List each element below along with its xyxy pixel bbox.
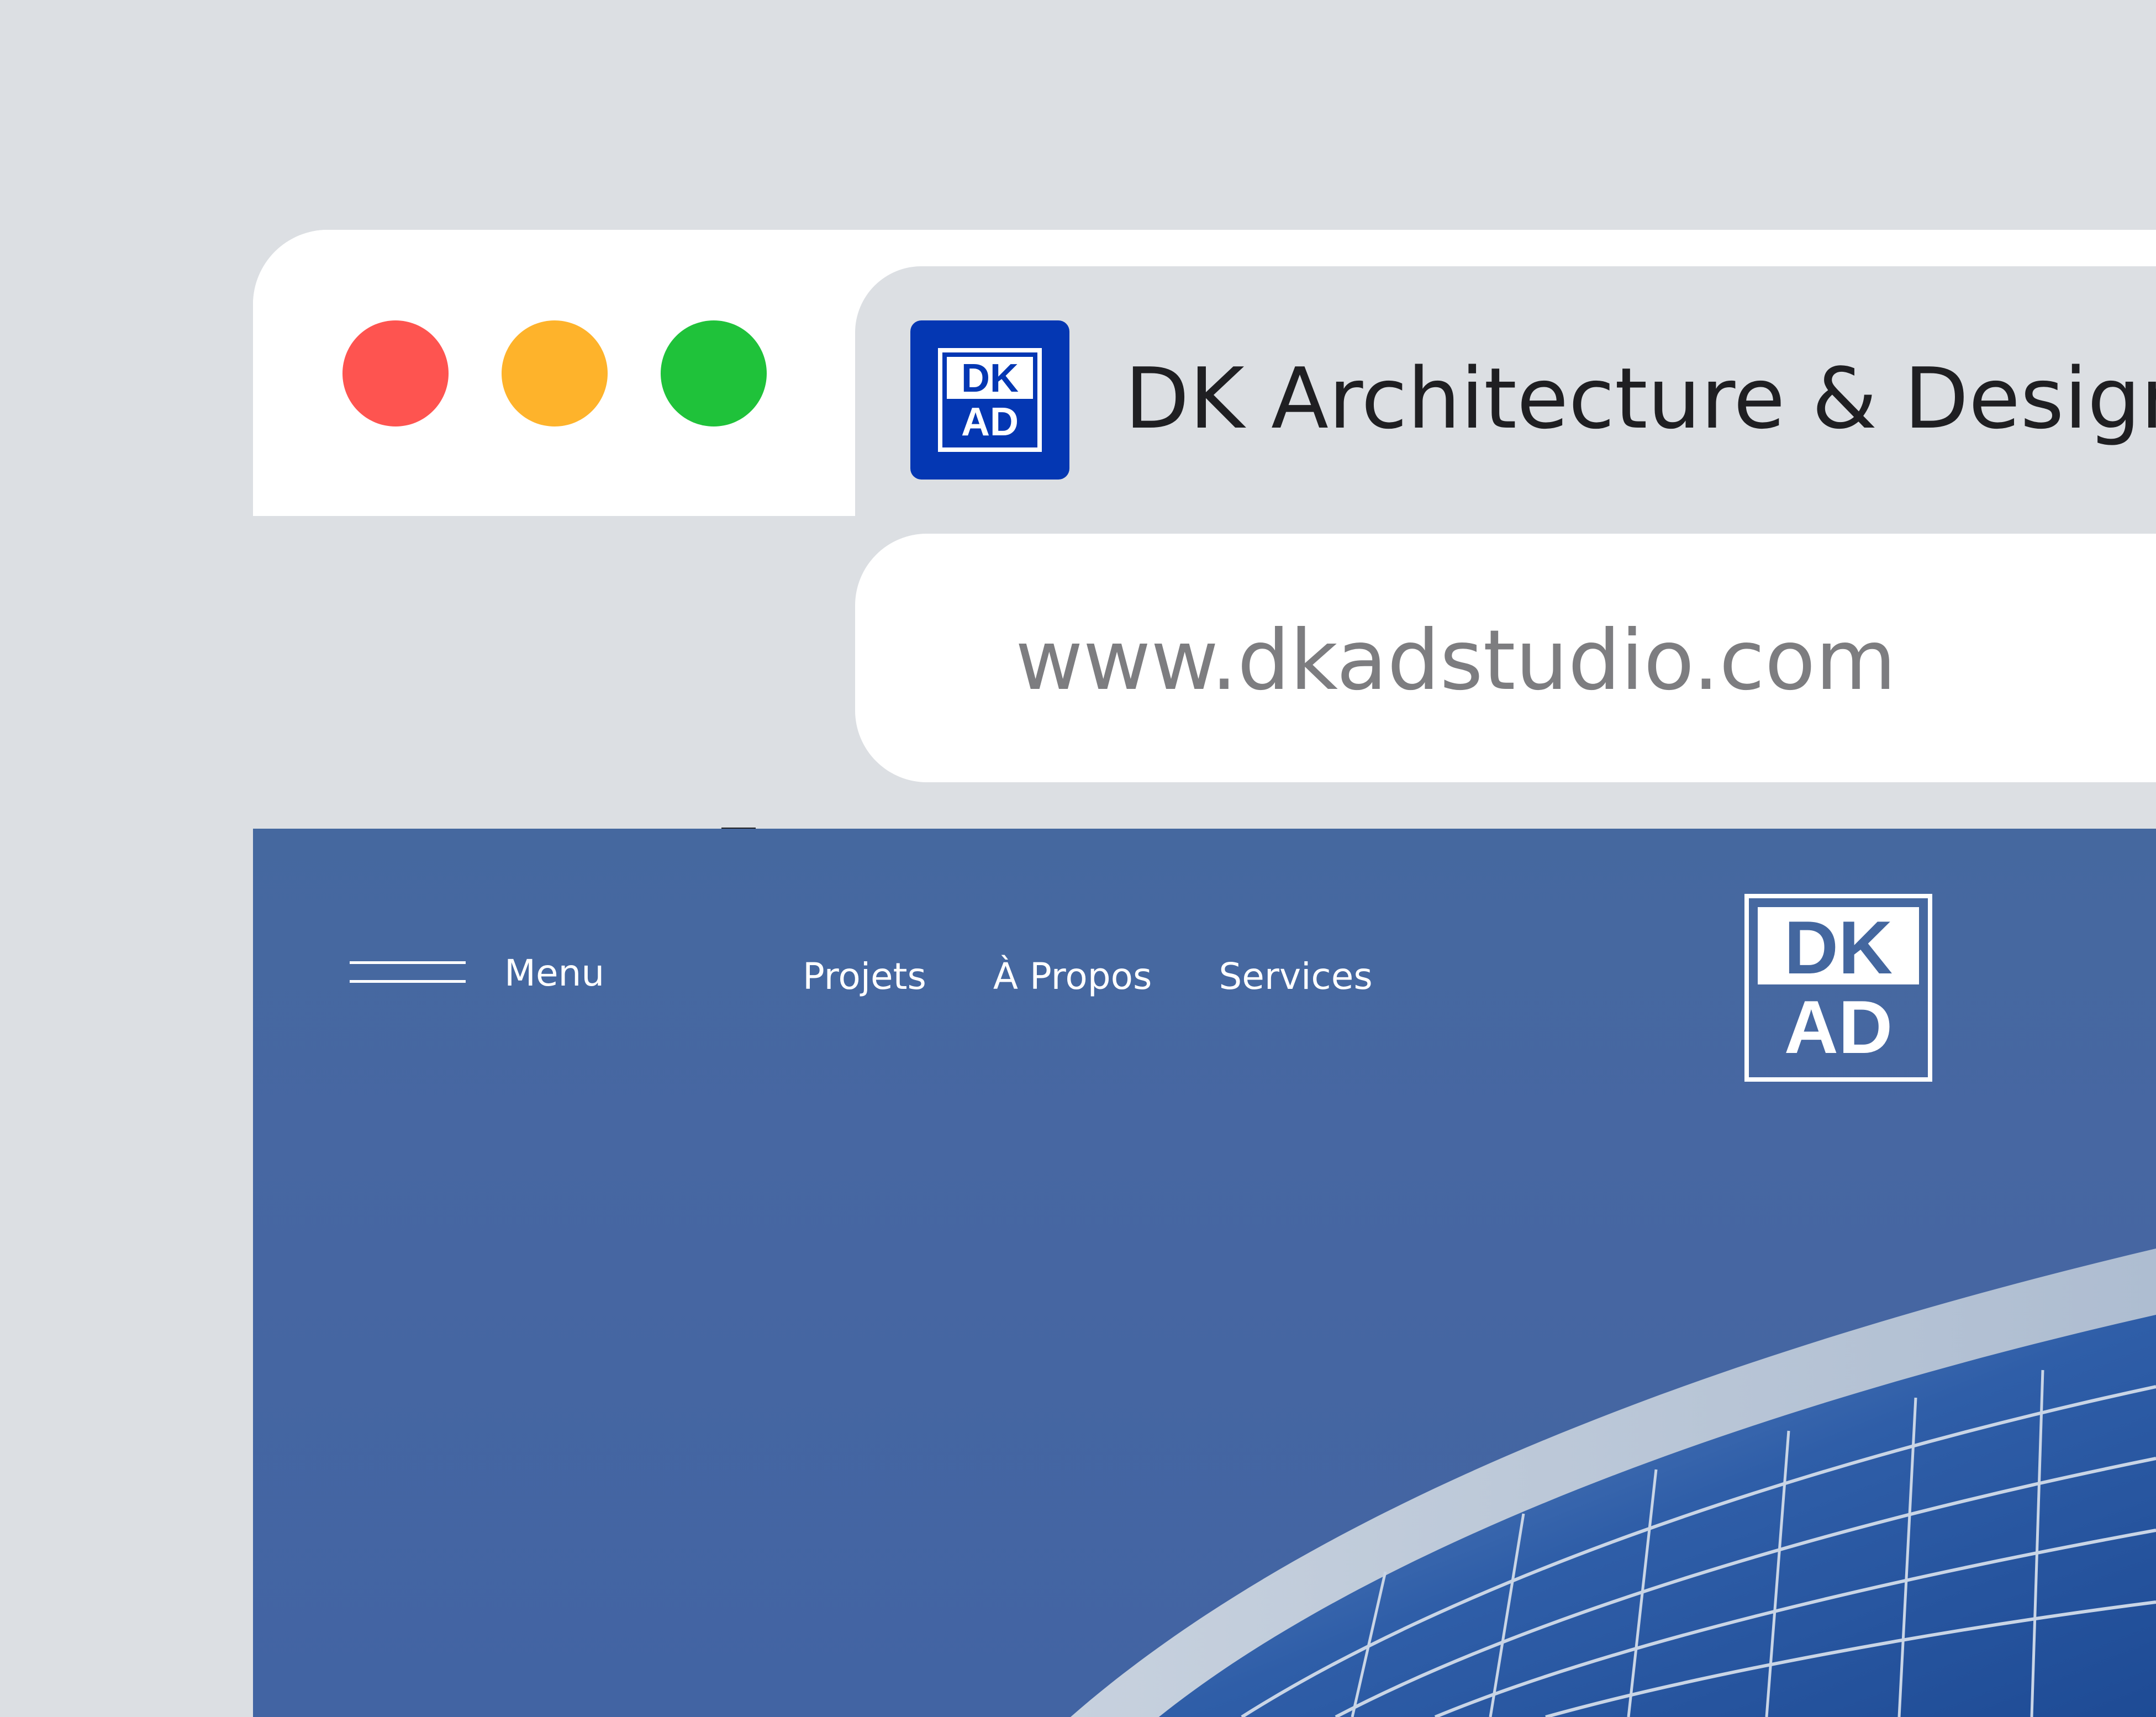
close-window-button[interactable]	[342, 320, 449, 426]
nav-link-projets[interactable]: Projets	[803, 955, 926, 999]
nav-link-services[interactable]: Services	[1219, 955, 1372, 999]
nav-link-a-propos[interactable]: À Propos	[993, 955, 1152, 999]
tab-title[interactable]: DK Architecture & Design	[1125, 349, 2156, 449]
web-page: Menu Projets À Propos Services DK AD	[253, 829, 2156, 1717]
window-controls	[253, 230, 855, 516]
menu-label[interactable]: Menu	[504, 951, 604, 996]
browser-window: DK AD DK Architecture & Design www.dkads…	[253, 230, 2156, 1717]
favicon-top-text: DK	[947, 357, 1033, 400]
site-logo[interactable]: DK AD	[1744, 894, 1932, 1082]
minimize-window-button[interactable]	[502, 320, 608, 426]
maximize-window-button[interactable]	[661, 320, 767, 426]
site-navigation: Projets À Propos Services	[803, 955, 1428, 999]
url-text[interactable]: www.dkadstudio.com	[1015, 611, 1896, 710]
favicon-frame: DK AD	[938, 348, 1042, 452]
site-logo-top-text: DK	[1758, 907, 1919, 988]
address-bar[interactable]: www.dkadstudio.com	[855, 534, 2156, 782]
hamburger-icon[interactable]	[350, 961, 466, 986]
tab-favicon-icon: DK AD	[910, 320, 1069, 480]
site-logo-bottom-text: AD	[1784, 985, 1893, 1069]
favicon-bottom-text: AD	[961, 400, 1019, 444]
